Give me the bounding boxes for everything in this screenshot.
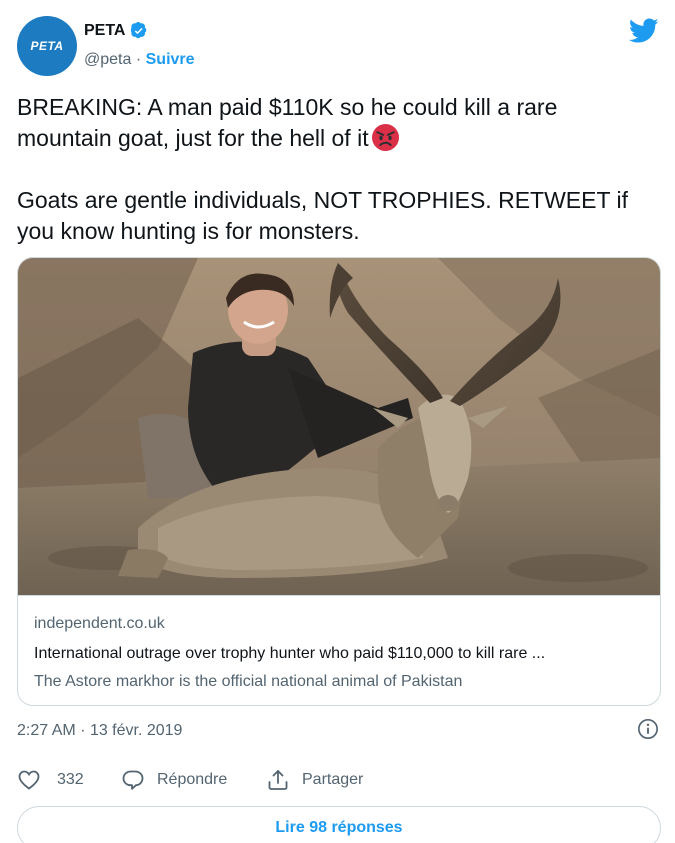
info-icon[interactable] — [637, 718, 659, 740]
author-handle[interactable]: @peta — [84, 51, 131, 68]
reply-bubble-icon — [122, 770, 144, 790]
handle-separator: · — [135, 51, 142, 68]
tweet-text-line2: Goats are gentle individuals, NOT TROPHI… — [17, 187, 635, 244]
action-bar: 332 Répondre Partager — [17, 768, 363, 792]
author-handle-row: @peta · Suivre — [84, 51, 195, 69]
author-display-name[interactable]: PETA — [84, 22, 125, 40]
reply-label: Répondre — [157, 771, 228, 788]
reply-button[interactable]: Répondre — [121, 768, 266, 792]
card-domain: independent.co.uk — [34, 615, 165, 632]
card-title: International outrage over trophy hunter… — [34, 645, 546, 662]
avatar[interactable]: PETA — [17, 16, 77, 76]
angry-face-emoji-icon — [371, 124, 399, 151]
tweet-date: 13 févr. 2019 — [89, 722, 183, 739]
timestamp-separator: · — [80, 722, 86, 739]
tweet: PETA PETA @peta · Suivre BREAKING: A man… — [0, 0, 675, 843]
read-replies-button[interactable]: Lire 98 réponses — [17, 806, 661, 843]
card-body[interactable]: independent.co.uk International outrage … — [18, 595, 660, 705]
card-image[interactable] — [18, 258, 661, 595]
tweet-text: BREAKING: A man paid $110K so he could k… — [17, 92, 657, 247]
like-button[interactable]: 332 — [17, 768, 121, 792]
heart-icon — [18, 770, 40, 790]
tweet-timestamp[interactable]: 2:27 AM · 13 févr. 2019 — [17, 722, 182, 740]
card-description: The Astore markhor is the official natio… — [34, 673, 463, 690]
like-count: 332 — [57, 771, 84, 788]
author-name-row: PETA — [84, 22, 148, 40]
link-card[interactable]: independent.co.uk International outrage … — [17, 257, 661, 706]
share-icon — [268, 770, 288, 790]
avatar-logo-text: PETA — [30, 39, 64, 53]
tweet-time: 2:27 AM — [17, 722, 76, 739]
tweet-text-line1: BREAKING: A man paid $110K so he could k… — [17, 94, 564, 151]
follow-button[interactable]: Suivre — [146, 51, 195, 68]
verified-badge-icon — [131, 22, 147, 39]
share-button[interactable]: Partager — [266, 768, 363, 792]
share-label: Partager — [302, 771, 364, 788]
twitter-bird-icon[interactable] — [629, 18, 659, 44]
